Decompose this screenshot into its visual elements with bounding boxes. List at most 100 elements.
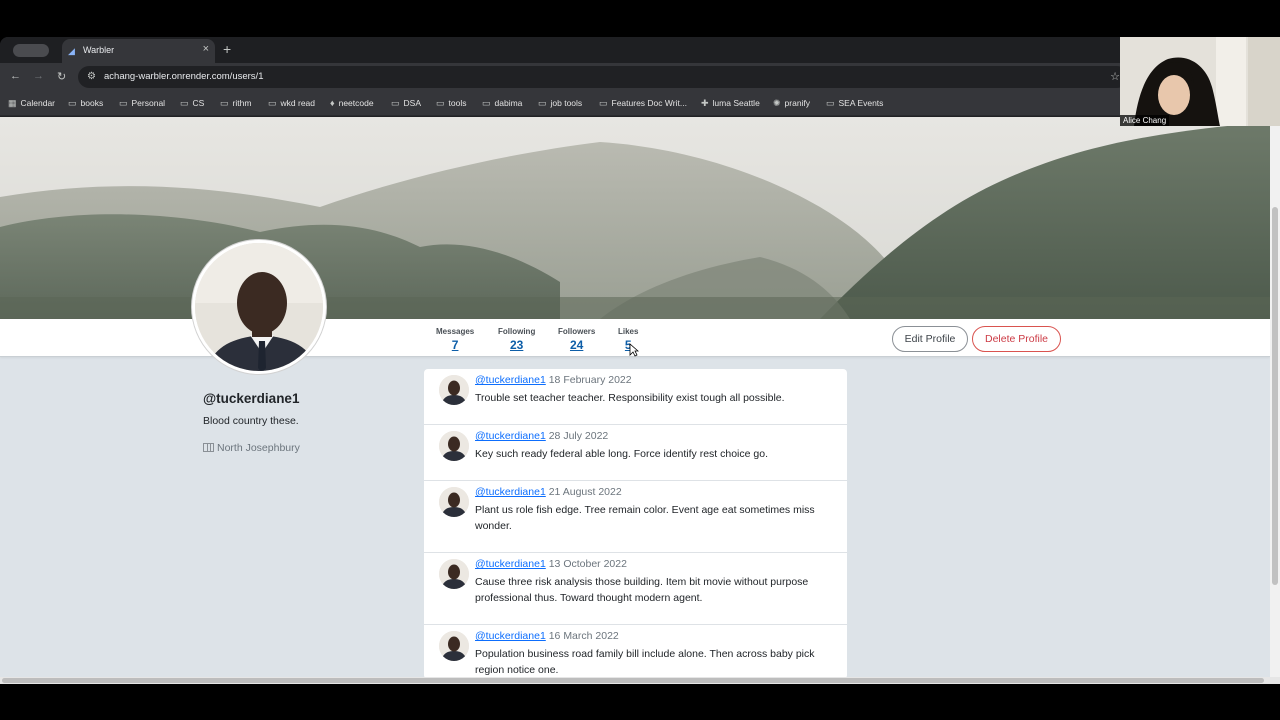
hero-image — [0, 117, 1270, 319]
folder-icon: ▭ — [220, 98, 229, 108]
message-header: @tuckerdiane1 18 February 2022 — [475, 374, 632, 386]
stat-value[interactable]: 7 — [436, 338, 474, 352]
stat-value[interactable]: 23 — [498, 338, 535, 352]
bookmark-label: pranify — [784, 98, 811, 108]
profile-username: @tuckerdiane1 — [203, 391, 300, 406]
bookmark-item[interactable]: ▭ wkd read — [268, 98, 315, 109]
message-avatar[interactable] — [439, 431, 469, 461]
message-header: @tuckerdiane1 28 July 2022 — [475, 430, 608, 442]
message-date: 16 March 2022 — [548, 630, 619, 642]
bookmark-item[interactable]: ▭ Personal — [119, 98, 165, 109]
profile-avatar — [192, 240, 326, 374]
message-avatar[interactable] — [439, 375, 469, 405]
message-text: Population business road family bill inc… — [475, 648, 815, 676]
message-item: @tuckerdiane1 28 July 2022 Key such ready… — [424, 425, 847, 481]
bookmark-label: job tools — [550, 98, 583, 108]
screen: ◢ Warbler × + ← → ↻ ⚙ achang-warbler.onr… — [0, 0, 1280, 720]
site-settings-icon[interactable]: ⚙ — [87, 71, 96, 82]
url-text[interactable]: achang-warbler.onrender.com/users/1 — [104, 71, 263, 82]
tab-strip: ◢ Warbler × + — [0, 37, 1280, 63]
message-date: 21 August 2022 — [548, 486, 622, 498]
bookmark-label: Personal — [131, 98, 166, 108]
message-item: @tuckerdiane1 16 March 2022 Population bu… — [424, 625, 847, 677]
plus-box-icon: ✚ — [701, 98, 709, 108]
delete-profile-button[interactable]: Delete Profile — [972, 326, 1061, 352]
horizontal-scroll-thumb[interactable] — [2, 678, 1264, 683]
message-avatar[interactable] — [439, 559, 469, 589]
webcam-name-label: Alice Chang — [1120, 115, 1170, 126]
mouse-cursor-icon — [629, 343, 639, 357]
location-text: North Josephbury — [217, 442, 300, 454]
message-header: @tuckerdiane1 21 August 2022 — [475, 486, 622, 498]
message-username-link[interactable]: @tuckerdiane1 — [475, 558, 546, 570]
flame-icon: ♦ — [330, 98, 335, 108]
forward-arrow-icon[interactable]: → — [33, 70, 44, 82]
tab-warbler[interactable]: ◢ Warbler × — [62, 39, 215, 63]
message-username-link[interactable]: @tuckerdiane1 — [475, 374, 546, 386]
warbler-favicon-icon: ◢ — [68, 46, 75, 56]
bookmark-item[interactable]: ▭ Features Doc Writ... — [599, 98, 687, 109]
stat-following[interactable]: Following 23 — [498, 327, 535, 352]
message-item: @tuckerdiane1 18 February 2022 Trouble se… — [424, 369, 847, 425]
profile-bio: Blood country these. — [203, 415, 299, 427]
bookmark-label: dabima — [494, 98, 523, 108]
stat-value[interactable]: 24 — [558, 338, 595, 352]
bookmarks-bar: ▦ Calendar ▭ books ▭ Personal ▭ CS ▭ rithm ▭ wkd re… — [0, 91, 1280, 116]
folder-icon: ▭ — [180, 98, 189, 108]
message-date: 28 July 2022 — [548, 430, 609, 442]
message-avatar[interactable] — [439, 487, 469, 517]
bookmark-label: wkd read — [280, 98, 316, 108]
bookmark-item[interactable]: ♦ neetcode — [330, 98, 374, 108]
bookmark-item[interactable]: ▭ books — [68, 98, 103, 109]
bookmark-label: books — [80, 98, 104, 108]
message-text: Key such ready federal able long. Force … — [475, 448, 768, 460]
close-tab-icon[interactable]: × — [203, 43, 209, 55]
reload-icon[interactable]: ↻ — [57, 70, 66, 83]
bookmark-item[interactable]: ▭ rithm — [220, 98, 251, 109]
stat-messages[interactable]: Messages 7 — [436, 327, 474, 352]
new-tab-icon[interactable]: + — [223, 41, 231, 57]
bookmark-item[interactable]: ✺ pranify — [773, 98, 810, 109]
message-username-link[interactable]: @tuckerdiane1 — [475, 630, 546, 642]
stat-label: Messages — [436, 327, 475, 336]
stat-label: Followers — [558, 327, 596, 336]
message-date: 13 October 2022 — [548, 558, 627, 570]
vertical-scroll-thumb[interactable] — [1272, 207, 1278, 585]
folder-icon: ▭ — [391, 98, 400, 108]
bookmark-label: CS — [192, 98, 205, 108]
bookmark-item[interactable]: ▭ job tools — [538, 98, 582, 109]
folder-icon: ▭ — [599, 98, 608, 108]
profile-location: North Josephbury — [203, 442, 300, 454]
bookmark-label: Features Doc Writ... — [611, 98, 687, 108]
folder-icon: ▭ — [436, 98, 445, 108]
back-arrow-icon[interactable]: ← — [10, 70, 21, 82]
message-username-link[interactable]: @tuckerdiane1 — [475, 486, 546, 498]
folder-icon: ▭ — [68, 98, 77, 108]
folder-icon: ▭ — [268, 98, 277, 108]
folder-icon: ▭ — [826, 98, 835, 108]
bookmark-label: tools — [448, 98, 467, 108]
stat-followers[interactable]: Followers 24 — [558, 327, 595, 352]
folder-icon: ▭ — [119, 98, 128, 108]
webcam-overlay — [1120, 37, 1280, 126]
bookmark-item[interactable]: ▭ tools — [436, 98, 466, 109]
message-username-link[interactable]: @tuckerdiane1 — [475, 430, 546, 442]
messages-feed: @tuckerdiane1 18 February 2022 Trouble se… — [424, 369, 847, 677]
bookmark-item[interactable]: ▭ DSA — [391, 98, 421, 109]
bookmark-item[interactable]: ▭ dabima — [482, 98, 522, 109]
calendar-icon: ▦ — [8, 98, 17, 108]
bookmark-star-icon[interactable]: ☆ — [1110, 70, 1120, 83]
message-text: Trouble set teacher teacher. Responsibil… — [475, 392, 785, 404]
tab-title: Warbler — [83, 45, 115, 55]
bookmark-item[interactable]: ▭ SEA Events — [826, 98, 883, 109]
edit-profile-button[interactable]: Edit Profile — [892, 326, 968, 352]
message-avatar[interactable] — [439, 631, 469, 661]
bookmark-item[interactable]: ▦ Calendar — [8, 98, 55, 109]
message-text: Plant us role fish edge. Tree remain col… — [475, 504, 815, 532]
bookmark-item[interactable]: ▭ CS — [180, 98, 204, 109]
message-header: @tuckerdiane1 13 October 2022 — [475, 558, 627, 570]
tab-group-chip[interactable] — [13, 44, 49, 57]
bookmark-item[interactable]: ✚ luma Seattle — [701, 98, 760, 109]
message-item: @tuckerdiane1 13 October 2022 Cause three… — [424, 553, 847, 625]
address-bar[interactable]: ⚙ achang-warbler.onrender.com/users/1 ☆ — [78, 66, 1128, 88]
